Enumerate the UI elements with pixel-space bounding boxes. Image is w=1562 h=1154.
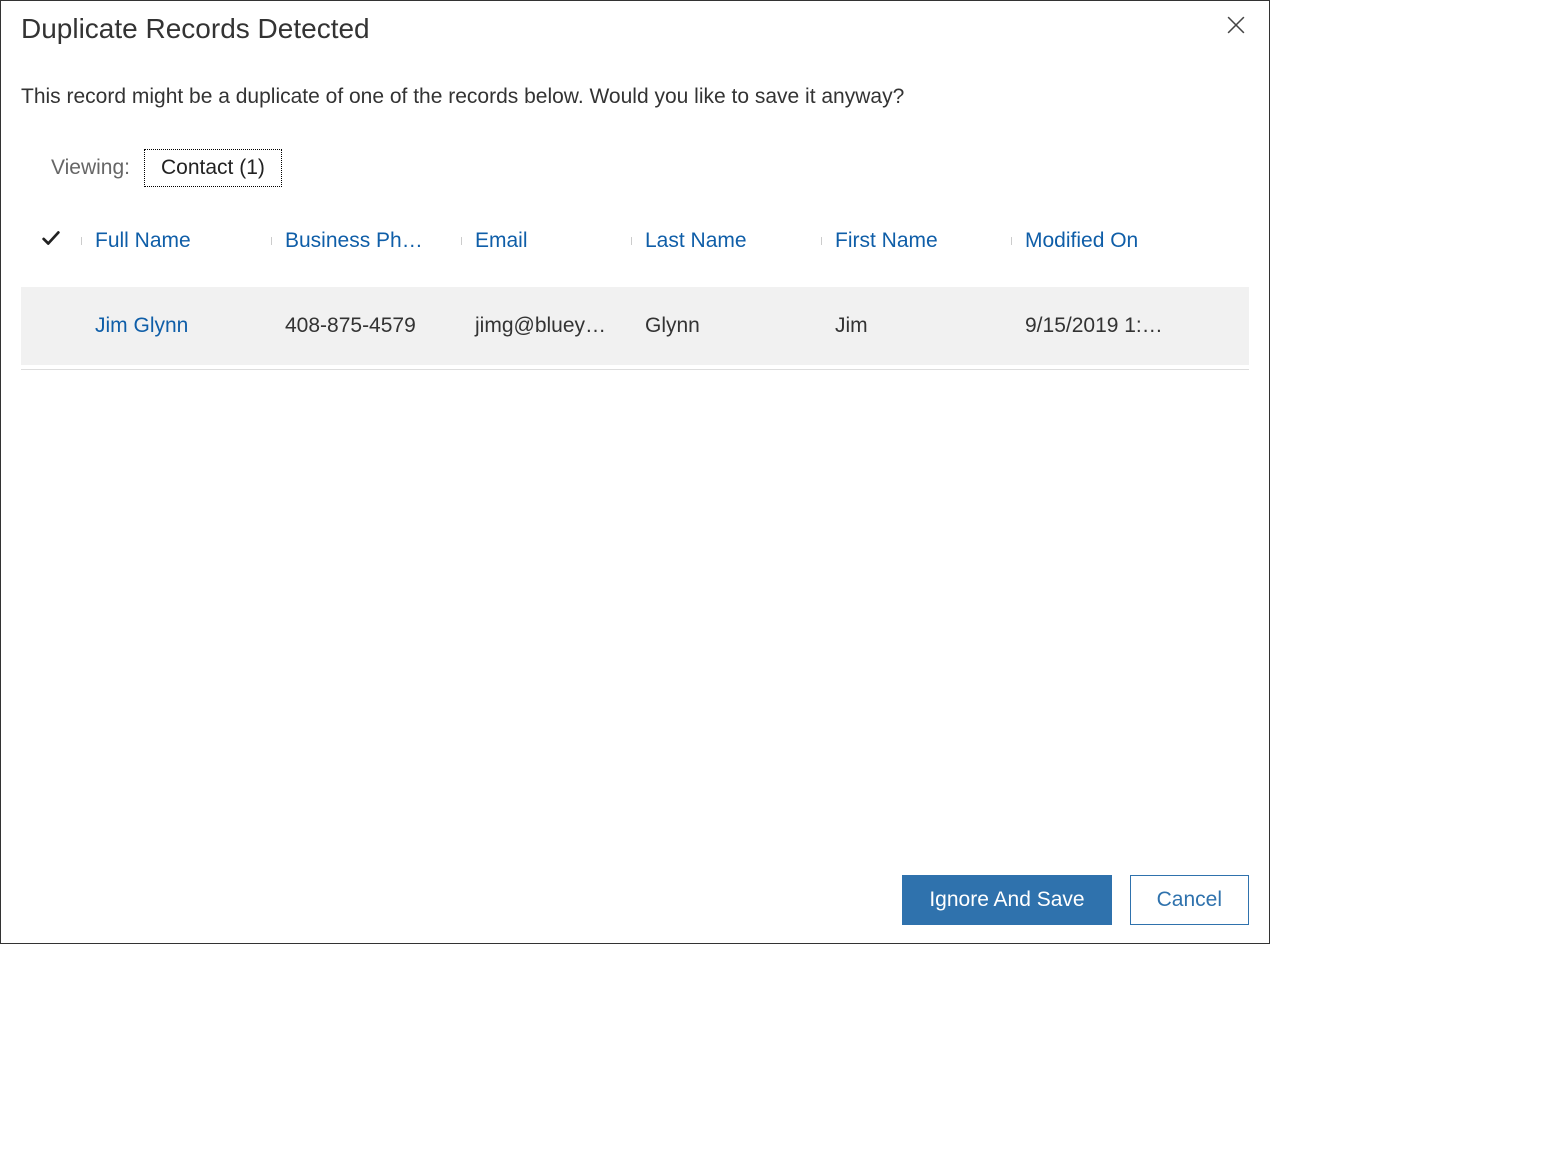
record-link[interactable]: Jim Glynn xyxy=(95,314,188,337)
column-select-all[interactable] xyxy=(21,227,81,255)
close-button[interactable] xyxy=(1223,13,1249,39)
column-header-business-phone[interactable]: Business Ph… xyxy=(271,229,461,253)
cell-modified-on: 9/15/2019 1:… xyxy=(1011,314,1191,338)
row-divider xyxy=(21,369,1249,370)
dialog-footer: Ignore And Save Cancel xyxy=(902,875,1249,925)
dialog-message: This record might be a duplicate of one … xyxy=(1,45,1269,109)
table-row[interactable]: Jim Glynn 408-875-4579 jimg@bluey… Glynn… xyxy=(21,287,1249,365)
viewing-chip[interactable]: Contact (1) xyxy=(144,149,282,187)
duplicates-grid: Full Name Business Ph… Email Last Name F… xyxy=(21,215,1249,370)
cell-first-name: Jim xyxy=(821,314,1011,338)
dialog-header: Duplicate Records Detected xyxy=(1,1,1269,45)
column-header-last-name[interactable]: Last Name xyxy=(631,229,821,253)
viewing-label: Viewing: xyxy=(51,156,130,180)
column-header-email[interactable]: Email xyxy=(461,229,631,253)
column-header-modified-on[interactable]: Modified On xyxy=(1011,229,1191,253)
cancel-button[interactable]: Cancel xyxy=(1130,875,1249,925)
dialog-title: Duplicate Records Detected xyxy=(21,13,370,45)
cell-full-name: Jim Glynn xyxy=(81,314,271,338)
grid-header: Full Name Business Ph… Email Last Name F… xyxy=(21,215,1249,267)
cell-email: jimg@bluey… xyxy=(461,314,631,338)
column-header-full-name[interactable]: Full Name xyxy=(81,229,271,253)
viewing-row: Viewing: Contact (1) xyxy=(1,109,1269,187)
cell-business-phone: 408-875-4579 xyxy=(271,314,461,338)
cell-last-name: Glynn xyxy=(631,314,821,338)
close-icon xyxy=(1227,16,1245,37)
check-icon xyxy=(40,227,62,255)
column-header-first-name[interactable]: First Name xyxy=(821,229,1011,253)
ignore-and-save-button[interactable]: Ignore And Save xyxy=(902,875,1111,925)
duplicate-records-dialog: Duplicate Records Detected This record m… xyxy=(0,0,1270,944)
